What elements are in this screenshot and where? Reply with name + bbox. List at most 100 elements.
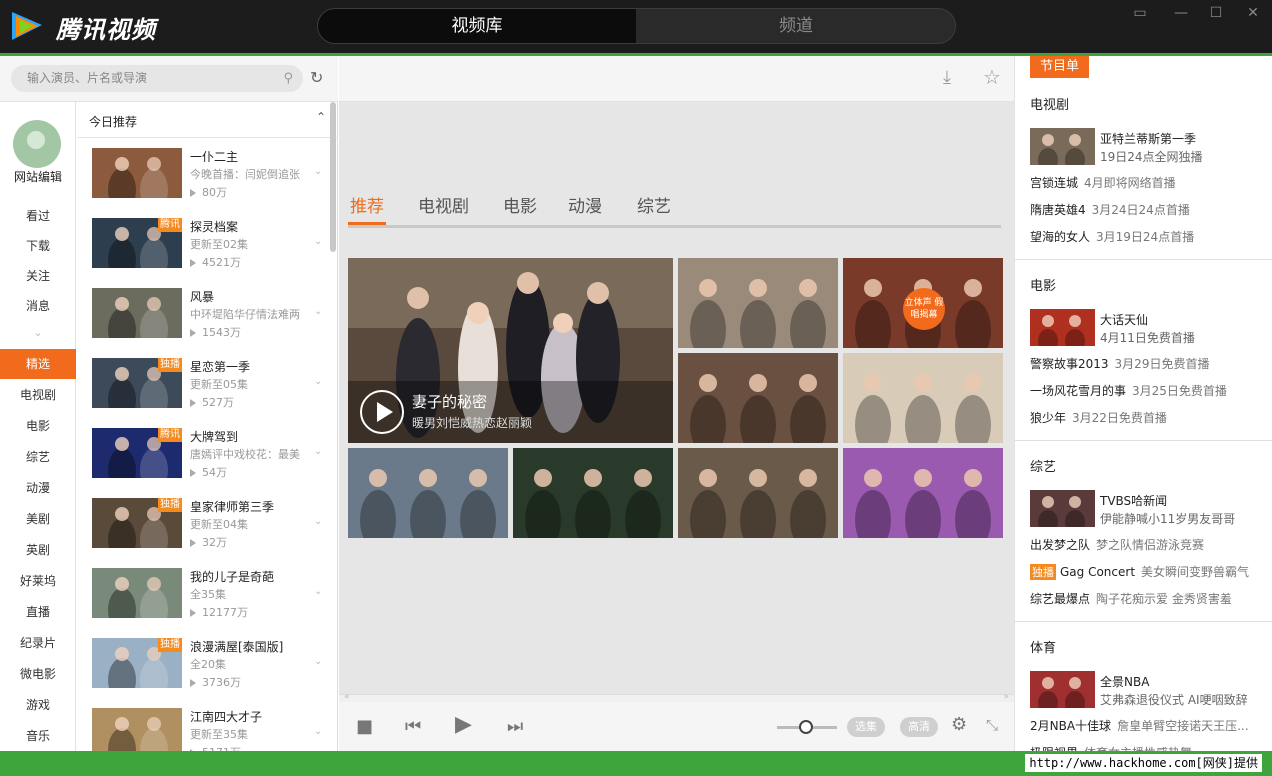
user-name[interactable]: 网站编辑 [0,168,76,185]
poster-tile[interactable] [348,448,508,538]
thumbnail[interactable]: 独播 [92,498,182,548]
seek-bar[interactable]: « » [339,692,1014,702]
list-item[interactable]: 腾讯 探灵档案 更新至02集 4521万 ⌄ [77,218,327,288]
previous-icon[interactable]: ⏮ [405,716,421,737]
category-anime[interactable]: 动漫 [0,474,76,502]
line-title[interactable]: 望海的女人 [1030,230,1090,244]
program-line[interactable]: 狼少年 3月22日免费首播 [1030,409,1270,426]
poster-tile[interactable] [678,353,838,443]
program-line[interactable]: 极限视界体育女主播性感热舞 [1030,744,1270,751]
episode-select-button[interactable]: 选集 [847,717,885,737]
volume-knob[interactable] [799,720,813,734]
play-icon[interactable] [360,390,404,434]
tab-variety[interactable]: 综艺 [637,192,671,217]
category-tv[interactable]: 电视剧 [0,381,76,409]
tab-recommend[interactable]: 推荐 [348,192,386,225]
poster-tile[interactable] [678,258,838,348]
list-item[interactable]: 我的儿子是奇葩 全35集 12177万 ⌄ [77,568,327,638]
minimize-button[interactable]: — [1164,0,1198,26]
line-title[interactable]: 一场风花雪月的事 [1030,384,1126,398]
collapse-chevron-icon[interactable]: ⌃ [316,110,326,124]
category-music[interactable]: 音乐 [0,722,76,750]
featured-title[interactable]: 妻子的秘密 [412,391,487,412]
category-us-drama[interactable]: 美剧 [0,505,76,533]
nav-history[interactable]: 看过 [0,202,76,230]
thumbnail[interactable]: 腾讯 [92,428,182,478]
item-title[interactable]: 皇家律师第三季 [190,498,315,515]
feature-item[interactable]: TVBS哈新闻 伊能静喊小11岁男友哥哥 [1030,490,1270,530]
tab-movie[interactable]: 电影 [503,192,537,217]
list-item[interactable]: 独播 浪漫满屋[泰国版] 全20集 3736万 ⌄ [77,638,327,708]
category-featured[interactable]: 精选 [0,349,76,379]
feature-thumbnail[interactable] [1030,490,1095,527]
program-line[interactable]: 宫锁连城 4月即将网络首播 [1030,174,1270,191]
line-title[interactable]: 综艺最爆点 [1030,592,1090,606]
item-title[interactable]: 探灵档案 [190,218,315,235]
program-line[interactable]: 2月NBA十佳球 詹皇单臂空接诺天王压... [1030,717,1270,734]
poster-tile[interactable] [678,448,838,538]
feature-title[interactable]: 大话天仙 [1100,311,1148,328]
thumbnail[interactable]: 独播 [92,638,182,688]
category-games[interactable]: 游戏 [0,691,76,719]
chevron-down-icon[interactable]: ⌄ [314,236,322,247]
refresh-icon[interactable]: ↻ [310,68,323,87]
search-input[interactable]: 输入演员、片名或导演 ⚲ [11,65,303,92]
chevron-down-icon[interactable]: ⌄ [314,306,322,317]
line-title[interactable]: 宫锁连城 [1030,176,1078,190]
item-title[interactable]: 江南四大才子 [190,708,315,725]
feature-item[interactable]: 大话天仙 4月11日免费首播 [1030,309,1270,349]
category-documentary[interactable]: 纪录片 [0,629,76,657]
stop-icon[interactable]: ■ [356,716,373,737]
gear-icon[interactable]: ⚙ [951,714,967,735]
seek-right-icon[interactable]: » [1003,692,1009,702]
scrollbar[interactable] [330,102,336,252]
list-item[interactable]: 风暴 中环堤陷华仔情法难两全 1543万 ⌄ [77,288,327,358]
nav-messages[interactable]: 消息 [0,292,76,320]
item-title[interactable]: 大牌驾到 [190,428,315,445]
item-title[interactable]: 一仆二主 [190,148,315,165]
category-hollywood[interactable]: 好莱坞 [0,567,76,595]
program-line[interactable]: 望海的女人 3月19日24点首播 [1030,228,1270,245]
item-title[interactable]: 星恋第一季 [190,358,315,375]
program-line[interactable]: 综艺最爆点 陶子花痴示爱 金秀贤害羞 [1030,590,1270,607]
mini-mode-button[interactable]: ▭ [1123,0,1157,26]
tab-tv[interactable]: 电视剧 [418,192,469,217]
category-movie[interactable]: 电影 [0,412,76,440]
poster-tile[interactable] [843,448,1003,538]
feature-thumbnail[interactable] [1030,671,1095,708]
seek-left-icon[interactable]: « [344,692,350,702]
list-item[interactable]: 腾讯 大牌驾到 唐嫣评中戏校花：最美 54万 ⌄ [77,428,327,498]
avatar[interactable] [13,120,61,168]
feature-title[interactable]: TVBS哈新闻 [1100,492,1167,509]
item-title[interactable]: 浪漫满屋[泰国版] [190,638,315,655]
tab-channels[interactable]: 频道 [636,9,955,43]
tab-anime[interactable]: 动漫 [568,192,602,217]
thumbnail[interactable] [92,148,182,198]
next-icon[interactable]: ⏭ [507,716,523,737]
line-title[interactable]: Gag Concert [1060,565,1135,579]
fullscreen-icon[interactable]: ⤡ [986,716,998,734]
tab-video-library[interactable]: 视频库 [318,9,636,43]
feature-thumbnail[interactable] [1030,309,1095,346]
list-item[interactable]: 独播 皇家律师第三季 更新至04集 32万 ⌄ [77,498,327,568]
program-line[interactable]: 出发梦之队 梦之队情侣游泳竞赛 [1030,536,1270,553]
download-icon[interactable]: ⤓ [943,67,951,88]
search-icon[interactable]: ⚲ [283,65,293,92]
thumbnail[interactable]: 腾讯 [92,218,182,268]
category-uk-drama[interactable]: 英剧 [0,536,76,564]
featured-poster[interactable]: 妻子的秘密 暖男刘恺威热恋赵丽颖 [348,258,673,443]
play-pause-icon[interactable]: ▶ [455,712,472,737]
category-micro-film[interactable]: 微电影 [0,660,76,688]
program-line[interactable]: 一场风花雪月的事 3月25日免费首播 [1030,382,1270,399]
chevron-down-icon[interactable]: ⌄ [314,726,322,737]
feature-thumbnail[interactable] [1030,128,1095,165]
line-title[interactable]: 出发梦之队 [1030,538,1090,552]
feature-item[interactable]: 全景NBA 艾弗森退役仪式 AI哽咽致辞 [1030,671,1270,711]
nav-download[interactable]: 下载 [0,232,76,260]
chevron-down-icon[interactable]: ⌄ [314,656,322,667]
category-variety[interactable]: 综艺 [0,443,76,471]
poster-tile[interactable] [843,353,1003,443]
chevron-down-icon[interactable]: ⌄ [314,446,322,457]
feature-title[interactable]: 全景NBA [1100,673,1149,690]
star-icon[interactable]: ☆ [983,65,1001,89]
